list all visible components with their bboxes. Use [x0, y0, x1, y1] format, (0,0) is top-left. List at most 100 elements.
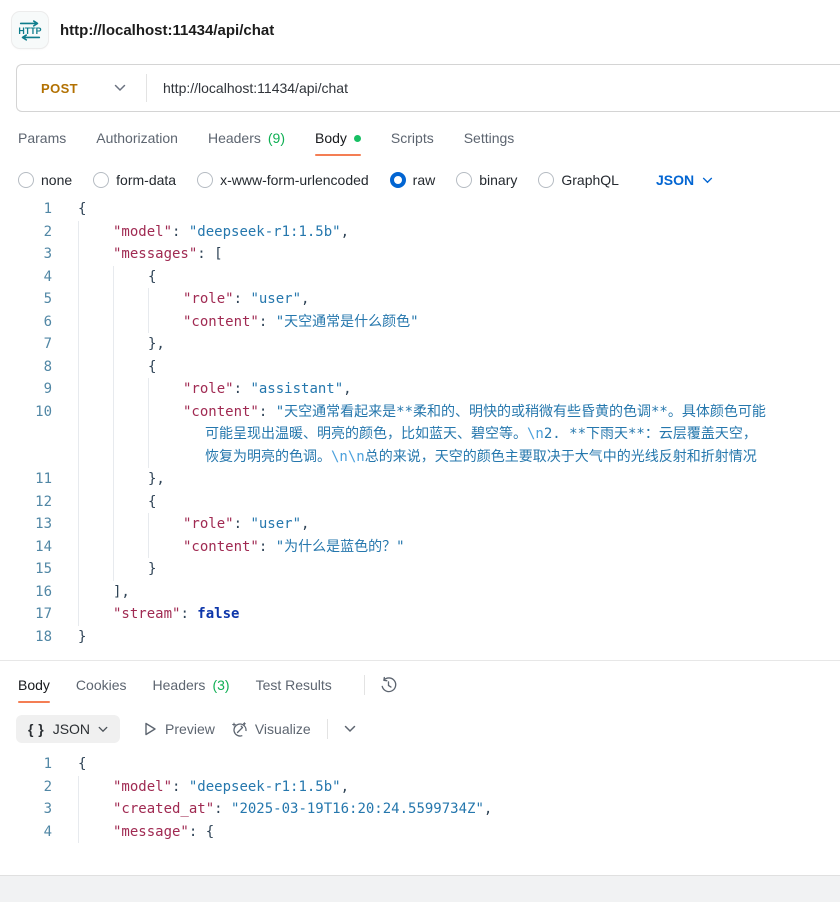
url-bar: POST http://localhost:11434/api/chat — [16, 64, 840, 112]
line-number: 13 — [0, 513, 52, 536]
http-request-icon: HTTP — [12, 12, 48, 48]
code-line: 14"content": "为什么是蓝色的？" — [0, 536, 840, 559]
code-token: { — [78, 198, 86, 221]
code-token: 总的来说，天空的颜色主要取决于大气中的光线反射和折射情况 — [365, 446, 757, 469]
tab-count-badge: (3) — [212, 677, 229, 693]
radio-icon — [197, 172, 213, 188]
code-token: }, — [148, 333, 165, 356]
response-toolbar: { } JSON Preview Visualize — [0, 705, 840, 749]
body-type-option-raw[interactable]: raw — [390, 172, 436, 188]
body-type-option-none[interactable]: none — [18, 172, 72, 188]
line-number: 14 — [0, 536, 52, 559]
url-input[interactable]: http://localhost:11434/api/chat — [147, 80, 348, 96]
response-format-dropdown[interactable]: { } JSON — [16, 715, 120, 743]
code-token: "为什么是蓝色的？" — [276, 536, 405, 559]
indent-guide — [78, 423, 113, 446]
radio-icon — [456, 172, 472, 188]
more-options-button[interactable] — [344, 725, 356, 733]
request-body-editor[interactable]: 1{2"model": "deepseek-r1:1.5b",3"message… — [0, 198, 840, 648]
code-line: 3"messages": [ — [0, 243, 840, 266]
history-icon[interactable] — [379, 676, 398, 695]
code-token: ], — [113, 581, 130, 604]
line-number: 2 — [0, 776, 52, 799]
code-token: "message" — [113, 821, 189, 844]
code-token: "stream" — [113, 603, 180, 626]
request-tab-params[interactable]: Params — [18, 130, 66, 156]
body-type-option-binary[interactable]: binary — [456, 172, 517, 188]
radio-label: GraphQL — [561, 172, 619, 188]
indent-guide — [78, 776, 113, 799]
tab-label: Settings — [464, 130, 515, 146]
indent-guide — [148, 378, 183, 401]
code-line: 3"created_at": "2025-03-19T16:20:24.5599… — [0, 798, 840, 821]
indent-guide — [78, 311, 113, 334]
code-token: : — [172, 776, 189, 799]
code-token: , — [341, 221, 349, 244]
code-token: 可能呈现出温暖、明亮的颜色，比如蓝天、碧空等。 — [205, 423, 527, 446]
tab-label: Scripts — [391, 130, 434, 146]
indent-guide — [113, 333, 148, 356]
indent-guide — [113, 423, 148, 446]
chevron-down-icon — [344, 725, 356, 733]
preview-label: Preview — [165, 721, 215, 737]
indent-guide — [113, 378, 148, 401]
code-token: } — [78, 626, 86, 649]
code-token: }, — [148, 468, 165, 491]
radio-selected-icon — [390, 172, 406, 188]
response-tab-headers[interactable]: Headers (3) — [153, 677, 230, 703]
code-line: 18} — [0, 626, 840, 649]
method-label: POST — [41, 81, 78, 96]
indent-guide — [78, 333, 113, 356]
indent-guide — [78, 581, 113, 604]
radio-label: x-www-form-urlencoded — [220, 172, 369, 188]
request-tab-scripts[interactable]: Scripts — [391, 130, 434, 156]
response-tab-cookies[interactable]: Cookies — [76, 677, 127, 703]
line-number: 3 — [0, 243, 52, 266]
indent-guide — [78, 536, 113, 559]
code-token: "assistant" — [250, 378, 343, 401]
code-token: "model" — [113, 776, 172, 799]
code-line: 8{ — [0, 356, 840, 379]
radio-icon — [93, 172, 109, 188]
request-tab-authorization[interactable]: Authorization — [96, 130, 178, 156]
request-tabs: Params Authorization Headers(9) Body Scripts… — [0, 112, 840, 156]
line-number — [0, 446, 52, 469]
response-tab-body[interactable]: Body — [18, 677, 50, 703]
code-token: { — [148, 266, 156, 289]
response-body-viewer[interactable]: 1{2"model": "deepseek-r1:1.5b",3"created… — [0, 749, 840, 845]
code-token: , — [341, 776, 349, 799]
code-token: : — [180, 603, 197, 626]
code-token: "2025-03-19T16:20:24.5599734Z" — [231, 798, 484, 821]
code-line: 4{ — [0, 266, 840, 289]
visualize-button[interactable]: Visualize — [231, 721, 311, 737]
line-number: 18 — [0, 626, 52, 649]
code-token: { — [148, 356, 156, 379]
request-header: HTTP http://localhost:11434/api/chat — [0, 0, 840, 48]
code-token: : — [172, 221, 189, 244]
response-section: Body Cookies Headers (3) Test Results { } JS… — [0, 660, 840, 845]
response-tab-test-results[interactable]: Test Results — [256, 677, 332, 703]
method-selector[interactable]: POST — [17, 81, 146, 96]
indent-guide — [113, 266, 148, 289]
body-language-label: JSON — [656, 172, 694, 188]
code-line: 17"stream": false — [0, 603, 840, 626]
body-type-option-x-www-form-urlencoded[interactable]: x-www-form-urlencoded — [197, 172, 369, 188]
visualize-label: Visualize — [255, 721, 311, 737]
radio-label: binary — [479, 172, 517, 188]
body-type-option-form-data[interactable]: form-data — [93, 172, 176, 188]
line-number: 8 — [0, 356, 52, 379]
tab-label: Headers — [153, 677, 206, 693]
body-language-dropdown[interactable]: JSON — [656, 172, 713, 188]
request-tab-settings[interactable]: Settings — [464, 130, 515, 156]
indent-guide — [78, 468, 113, 491]
request-tab-headers[interactable]: Headers(9) — [208, 130, 285, 156]
line-number: 6 — [0, 311, 52, 334]
indent-guide — [113, 536, 148, 559]
divider — [364, 675, 365, 695]
line-number: 7 — [0, 333, 52, 356]
preview-button[interactable]: Preview — [144, 721, 215, 737]
body-type-option-graphql[interactable]: GraphQL — [538, 172, 619, 188]
indent-guide — [78, 603, 113, 626]
request-tab-body[interactable]: Body — [315, 130, 361, 156]
line-number: 1 — [0, 198, 52, 221]
